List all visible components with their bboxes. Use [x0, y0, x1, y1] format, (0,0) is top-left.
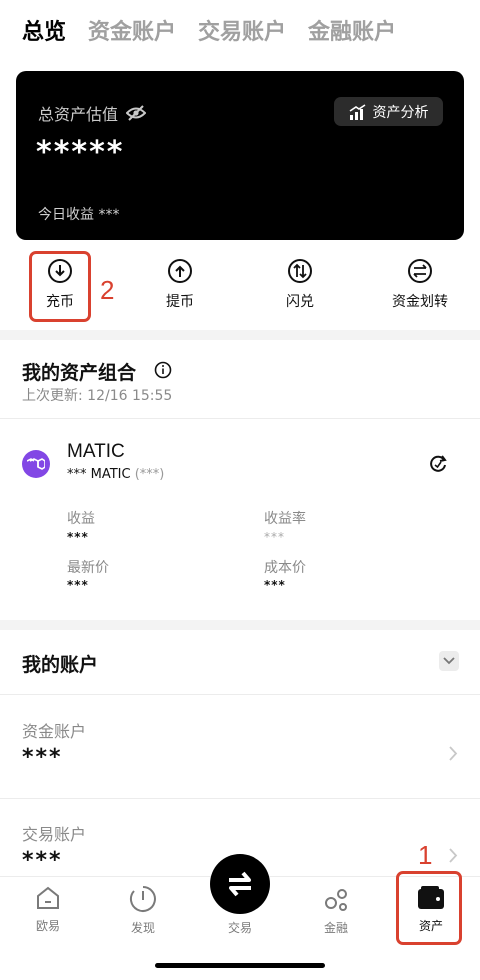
convert-icon	[288, 259, 312, 283]
eye-off-icon[interactable]	[126, 105, 147, 121]
transfer-icon	[408, 259, 432, 283]
funding-account-label[interactable]: 资金账户	[22, 718, 86, 742]
info-icon[interactable]	[154, 361, 172, 383]
nav-finance-label: 金融	[323, 921, 348, 935]
highlight-box-assets	[396, 871, 462, 945]
asset-analysis-label: 资产分析	[372, 104, 429, 121]
collapse-toggle[interactable]	[439, 651, 459, 671]
accounts-title: 我的账户	[22, 654, 99, 676]
tab-overview[interactable]: 总览	[22, 14, 66, 46]
cost-price-label: 成本价	[264, 560, 306, 576]
nav-finance[interactable]: 金融	[296, 885, 376, 936]
convert-label: 闪兑	[286, 294, 314, 310]
tab-trading-account[interactable]: 交易账户	[198, 14, 286, 46]
highlight-box-deposit	[29, 251, 91, 322]
coin-amount: *** MATIC (***)	[67, 467, 164, 482]
assets-screen: 总览 资金账户 交易账户 金融账户 总资产估值 ***** 今日收益 *** 资…	[0, 0, 480, 980]
refresh-icon[interactable]	[428, 454, 448, 478]
annotation-number-1: 1	[418, 840, 433, 870]
section-divider	[0, 330, 480, 340]
trading-account-value: ***	[22, 848, 63, 873]
profit-label: 收益	[67, 511, 95, 527]
withdraw-label: 提币	[166, 294, 194, 310]
trade-swap-icon	[229, 871, 251, 897]
coin-name[interactable]: MATIC	[67, 441, 125, 463]
total-assets-title-row: 总资产估值	[38, 101, 147, 125]
coin-amount-value: *** MATIC	[67, 467, 131, 482]
today-profit-label: 今日收益	[38, 207, 94, 223]
total-assets-value: *****	[36, 135, 125, 170]
annotation-number-2: 2	[100, 275, 115, 305]
last-updated: 上次更新: 12/16 15:55	[22, 388, 173, 404]
nav-home-label: 欧易	[35, 919, 60, 933]
nav-discover-label: 发现	[130, 921, 155, 935]
profit-rate-label: 收益率	[264, 511, 306, 527]
chart-up-icon	[349, 103, 365, 120]
latest-price-value: ***	[67, 578, 89, 592]
coin-amount-extra: (***)	[134, 467, 165, 482]
finance-icon	[325, 889, 347, 911]
trade-button[interactable]	[210, 854, 270, 914]
divider	[0, 798, 480, 799]
chevron-right-icon[interactable]	[449, 746, 458, 765]
cost-price-value: ***	[264, 578, 286, 592]
home-icon	[37, 886, 59, 909]
transfer-button[interactable]: 资金划转	[375, 258, 465, 311]
convert-button[interactable]: 闪兑	[255, 258, 345, 311]
profit-rate-value: ***	[264, 530, 285, 544]
transfer-label: 资金划转	[392, 294, 448, 310]
today-profit-value: ***	[98, 207, 120, 223]
latest-price-label: 最新价	[67, 560, 109, 576]
chevron-down-icon	[443, 657, 455, 665]
portfolio-title: 我的资产组合	[22, 362, 137, 384]
matic-coin-icon	[22, 450, 50, 478]
nav-trade-label: 交易	[227, 921, 252, 935]
divider	[0, 694, 480, 695]
chevron-right-icon[interactable]	[449, 848, 458, 867]
divider	[0, 418, 480, 419]
withdraw-button[interactable]: 提币	[135, 258, 225, 311]
tab-finance-account[interactable]: 金融账户	[308, 14, 396, 46]
profit-value: ***	[67, 530, 89, 544]
tab-funding-account[interactable]: 资金账户	[88, 14, 176, 46]
asset-analysis-button[interactable]: 资产分析	[334, 97, 443, 126]
funding-account-value: ***	[22, 745, 63, 770]
nav-home[interactable]: 欧易	[8, 885, 88, 934]
account-tabs: 总览 资金账户 交易账户 金融账户	[22, 14, 418, 46]
home-indicator	[155, 963, 325, 968]
discover-icon	[129, 886, 156, 912]
section-divider	[0, 620, 480, 630]
today-profit: 今日收益 ***	[38, 204, 119, 224]
withdraw-icon	[168, 259, 192, 283]
total-assets-label: 总资产估值	[38, 105, 119, 124]
total-assets-card: 总资产估值 ***** 今日收益 *** 资产分析	[16, 71, 464, 240]
trading-account-label[interactable]: 交易账户	[22, 821, 86, 845]
nav-discover[interactable]: 发现	[103, 885, 183, 936]
